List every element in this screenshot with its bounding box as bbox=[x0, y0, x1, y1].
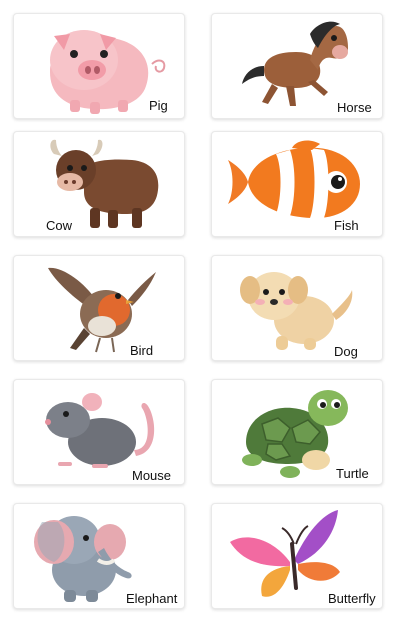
card-label: Elephant bbox=[126, 591, 178, 606]
card-label: Cow bbox=[46, 218, 73, 233]
puzzle-card-horse[interactable]: Horse bbox=[211, 13, 383, 119]
puzzle-card-fish[interactable]: Fish bbox=[211, 131, 383, 237]
card-label: Turtle bbox=[336, 466, 369, 481]
puzzle-card-bird[interactable]: Bird bbox=[13, 255, 185, 361]
puzzle-card-pig[interactable]: Pig bbox=[13, 13, 185, 119]
cow-icon bbox=[50, 139, 159, 228]
robin-icon bbox=[48, 267, 156, 353]
puzzle-card-dog[interactable]: Dog bbox=[211, 255, 383, 361]
card-label: Dog bbox=[334, 344, 358, 359]
card-label: Horse bbox=[337, 100, 372, 115]
card-label: Fish bbox=[334, 218, 359, 233]
puzzle-card-cow[interactable]: Cow bbox=[13, 131, 185, 237]
puzzle-card-turtle[interactable]: Turtle bbox=[211, 379, 383, 485]
card-label: Butterfly bbox=[328, 591, 376, 606]
puzzle-card-mouse[interactable]: Mouse bbox=[13, 379, 185, 485]
card-label: Pig bbox=[149, 98, 168, 113]
card-label: Mouse bbox=[132, 468, 172, 483]
puzzle-card-elephant[interactable]: Elephant bbox=[13, 503, 185, 609]
puzzle-card-butterfly[interactable]: Butterfly bbox=[211, 503, 383, 609]
card-label: Bird bbox=[130, 343, 154, 358]
